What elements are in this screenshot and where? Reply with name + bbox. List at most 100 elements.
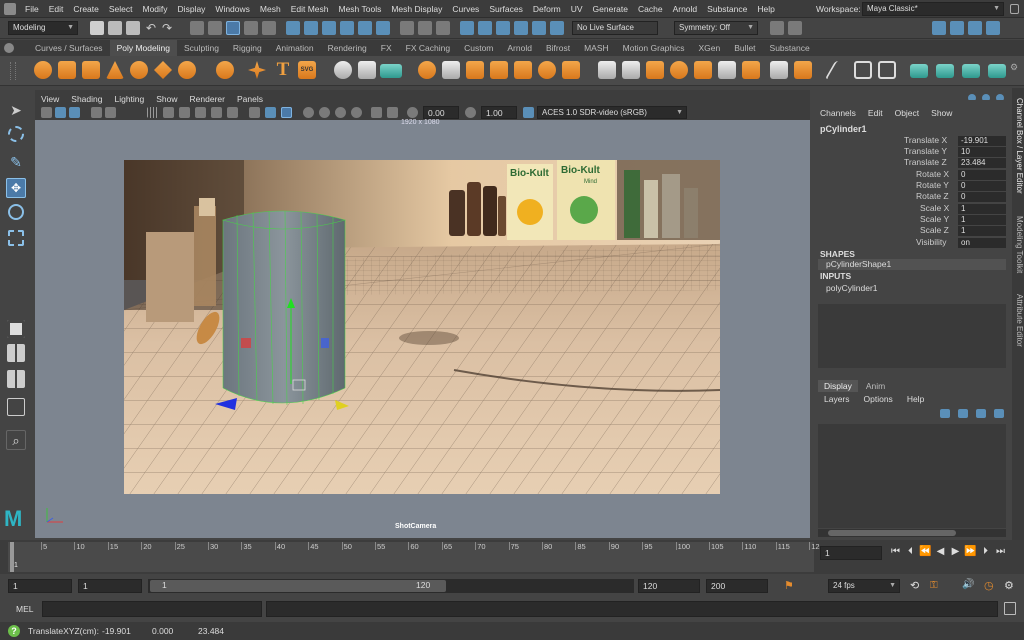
menu-arnold[interactable]: Arnold xyxy=(668,0,703,18)
menu-edit[interactable]: Edit xyxy=(44,0,69,18)
end-time-field[interactable]: 120 xyxy=(638,579,700,593)
step-forward-frame-icon[interactable]: ⏵ xyxy=(978,546,993,557)
image-plane-icon[interactable] xyxy=(55,107,66,118)
vp-menu-lighting[interactable]: Lighting xyxy=(108,92,150,106)
attr-translate-z-label[interactable]: Translate Z xyxy=(904,157,947,167)
select-hierarchy-icon[interactable] xyxy=(190,21,204,35)
select-object-icon[interactable] xyxy=(208,21,222,35)
paint-tool-icon[interactable]: ✎ xyxy=(6,152,26,172)
current-frame-field[interactable]: 1 xyxy=(820,546,882,560)
layer-menu-layers[interactable]: Layers xyxy=(824,394,850,404)
time-slider[interactable]: 1 5 10 15 20 25 30 35 40 45 50 55 60 65 70 75 80 85 90 95 1… xyxy=(0,540,1024,574)
wireframe-on-shaded-icon[interactable] xyxy=(281,107,292,118)
vp-menu-show[interactable]: Show xyxy=(150,92,183,106)
help-question-icon[interactable]: ? xyxy=(8,625,20,637)
bevel-icon[interactable] xyxy=(646,61,664,79)
sidebar-toggle-icon[interactable] xyxy=(932,21,946,35)
attr-translate-x-label[interactable]: Translate X xyxy=(904,135,947,145)
circularize-icon[interactable] xyxy=(770,61,788,79)
snap-view-icon[interactable] xyxy=(340,21,354,35)
new-layer-icon[interactable] xyxy=(976,409,986,418)
redo-icon[interactable]: ↷ xyxy=(160,21,174,35)
tab-fx[interactable]: FX xyxy=(374,40,399,56)
wedge-icon[interactable] xyxy=(742,61,760,79)
menu-curves[interactable]: Curves xyxy=(447,0,484,18)
tool-settings-toggle-icon[interactable] xyxy=(968,21,982,35)
input-name[interactable]: polyCylinder1 xyxy=(826,283,878,293)
undo-icon[interactable]: ↶ xyxy=(144,21,158,35)
step-forward-key-icon[interactable]: ⏩ xyxy=(963,546,978,557)
lock-icon[interactable] xyxy=(1010,4,1019,14)
viewport-canvas[interactable]: 1920 x 1080 Bio-Kult Bio-Kult Mind ShotC… xyxy=(35,119,810,538)
camera-based-icon[interactable] xyxy=(770,21,784,35)
snap-surface-icon[interactable] xyxy=(358,21,372,35)
attr-translate-y-label[interactable]: Translate Y xyxy=(904,146,947,156)
exposure-field[interactable]: 0.00 xyxy=(423,106,459,119)
remesh-icon[interactable] xyxy=(538,61,556,79)
layer-list[interactable] xyxy=(818,424,1006,528)
menu-help[interactable]: Help xyxy=(752,0,779,18)
connect-icon[interactable] xyxy=(878,61,896,79)
poke-icon[interactable] xyxy=(718,61,736,79)
menu-file[interactable]: File xyxy=(20,0,44,18)
menu-mesh-display[interactable]: Mesh Display xyxy=(386,0,447,18)
new-layer-selected-icon[interactable] xyxy=(994,409,1004,418)
separate-icon[interactable] xyxy=(358,61,376,79)
go-to-end-icon[interactable]: ⏭ xyxy=(993,546,1008,557)
timeline-track[interactable]: 1 5 10 15 20 25 30 35 40 45 50 55 60 65 70 75 80 85 90 95 1… xyxy=(8,542,820,572)
input-output-icon[interactable] xyxy=(418,21,432,35)
resolution-gate-icon[interactable] xyxy=(91,107,102,118)
svg-icon[interactable]: SVG xyxy=(298,61,316,79)
xray-icon[interactable] xyxy=(265,107,276,118)
save-scene-icon[interactable] xyxy=(126,21,140,35)
slide-edge-icon[interactable] xyxy=(936,64,954,78)
object-name[interactable]: pCylinder1 xyxy=(820,124,867,134)
poly-cone-icon[interactable] xyxy=(106,61,124,79)
poly-torus-icon[interactable] xyxy=(130,61,148,79)
snap-point-icon[interactable] xyxy=(322,21,336,35)
rotate-tool-icon[interactable] xyxy=(8,204,24,220)
attr-translate-y-value[interactable]: 10 xyxy=(958,147,1006,157)
loop-icon[interactable]: ⟲ xyxy=(910,579,919,592)
tab-motion-graphics[interactable]: Motion Graphics xyxy=(616,40,692,56)
tab-bifrost[interactable]: Bifrost xyxy=(539,40,577,56)
attribute-editor-toggle-icon[interactable] xyxy=(950,21,964,35)
grid-icon[interactable] xyxy=(147,107,158,118)
select-tool-icon[interactable]: ➤ xyxy=(6,100,26,120)
menu-mesh[interactable]: Mesh xyxy=(255,0,286,18)
single-pane-layout-icon[interactable] xyxy=(7,320,25,338)
smooth-shade-icon[interactable] xyxy=(179,107,190,118)
tab-arnold[interactable]: Arnold xyxy=(500,40,539,56)
tab-substance[interactable]: Substance xyxy=(763,40,817,56)
sweep-mesh-icon[interactable] xyxy=(248,61,266,79)
construction-history-icon[interactable] xyxy=(436,21,450,35)
anim-end-field[interactable]: 200 xyxy=(706,579,768,593)
cb-menu-show[interactable]: Show xyxy=(931,108,952,118)
tab-rigging[interactable]: Rigging xyxy=(226,40,269,56)
menu-edit-mesh[interactable]: Edit Mesh xyxy=(286,0,334,18)
mirror-icon[interactable] xyxy=(442,61,460,79)
multi-cut-icon[interactable] xyxy=(824,61,854,79)
open-scene-icon[interactable] xyxy=(108,21,122,35)
tab-anim[interactable]: Anim xyxy=(858,380,893,392)
wireframe-icon[interactable] xyxy=(163,107,174,118)
hypershade-icon[interactable] xyxy=(532,21,546,35)
menu-create[interactable]: Create xyxy=(68,0,104,18)
snap-grid-icon[interactable] xyxy=(286,21,300,35)
layer-menu-options[interactable]: Options xyxy=(864,394,893,404)
make-live-icon[interactable] xyxy=(962,64,980,78)
poly-cylinder-icon[interactable] xyxy=(82,61,100,79)
tab-fx-caching[interactable]: FX Caching xyxy=(399,40,457,56)
attr-translate-z-value[interactable]: 23.484 xyxy=(958,158,1006,168)
move-layer-down-icon[interactable] xyxy=(958,409,968,418)
move-tool-icon[interactable]: ✥ xyxy=(6,178,26,198)
collapse-icon[interactable] xyxy=(794,61,812,79)
history-icon[interactable] xyxy=(400,21,414,35)
mesh-fill-icon[interactable] xyxy=(988,64,1006,78)
live-surface-field[interactable]: No Live Surface xyxy=(572,21,658,35)
tab-display[interactable]: Display xyxy=(818,380,858,392)
fps-dropdown[interactable]: 24 fps ▼ xyxy=(828,579,900,593)
menu-substance[interactable]: Substance xyxy=(702,0,752,18)
safe-action-icon[interactable] xyxy=(371,107,382,118)
symmetry-dropdown[interactable]: Symmetry: Off ▼ xyxy=(674,21,758,35)
